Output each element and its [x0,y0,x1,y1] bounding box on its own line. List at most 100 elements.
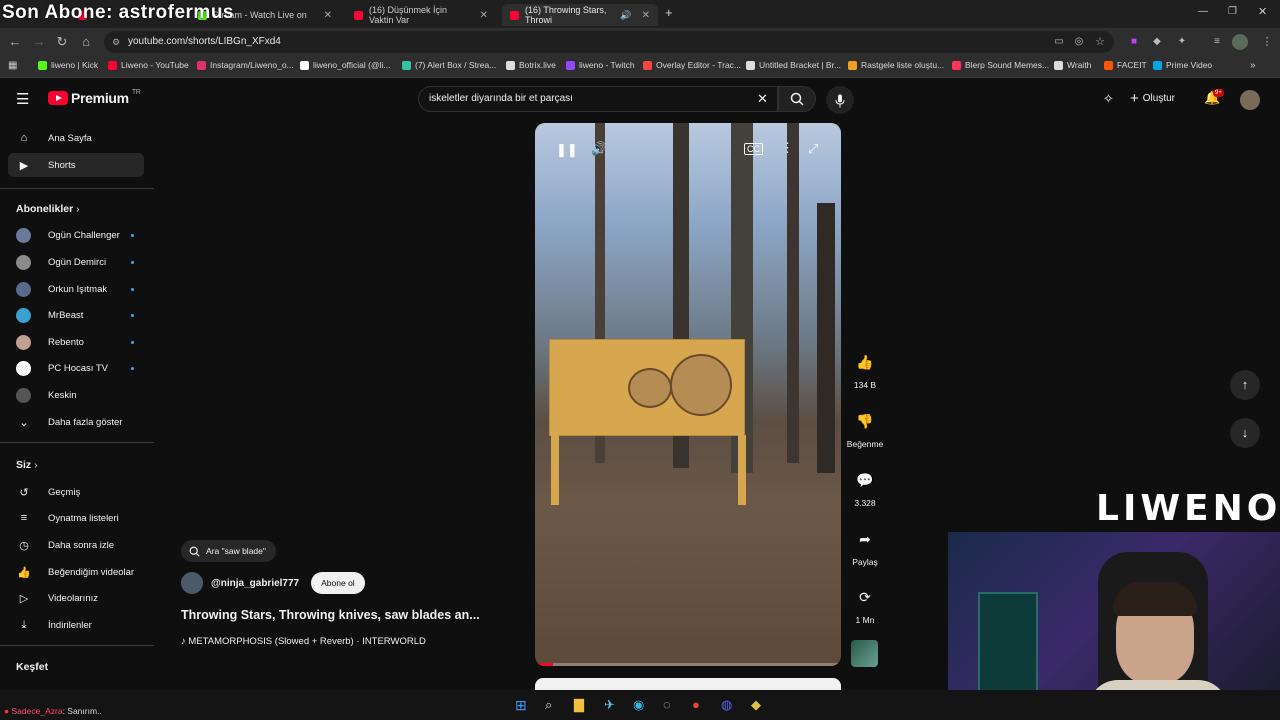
previous-short-button[interactable]: ↑ [1230,370,1260,400]
sidebar-item-home[interactable]: ⌂ Ana Sayfa [8,126,144,150]
windows-start-icon[interactable]: ⊞ [515,697,527,714]
bookmark-item[interactable]: liweno_official (@li... [300,60,390,70]
sidebar-sub-item[interactable]: Orkun Işıtmak [8,277,144,301]
create-button[interactable]: + Oluştur [1130,90,1175,107]
sidebar-sub-item[interactable]: Keskin [8,383,144,407]
next-short-button[interactable]: ↓ [1230,418,1260,448]
steam-icon[interactable]: ✈ [604,697,615,713]
sidebar-item-downloads[interactable]: ⤓ İndirilenler [8,613,144,637]
more-bookmarks-icon[interactable]: » [1250,60,1256,71]
kick-icon [38,60,47,70]
sidebar-sub-item[interactable]: MrBeast [8,303,144,327]
close-tab-icon[interactable]: ✕ [642,10,650,21]
youtube-premium-logo[interactable]: Premium TR [48,89,141,106]
sidebar-item-history[interactable]: ↺ Geçmiş [8,480,144,504]
account-avatar[interactable] [1240,90,1260,110]
taskbar-search-icon[interactable]: ⌕ [545,697,552,713]
bookmark-item[interactable]: liweno - Twitch [566,60,635,70]
minimize-icon[interactable]: — [1198,6,1208,17]
bookmark-item[interactable]: Rastgele liste oluştu... [848,60,944,70]
bookmark-item[interactable]: FACEIT [1104,60,1147,70]
sidebar-item-playlists[interactable]: ≡ Oynatma listeleri [8,506,144,530]
sidebar-item-watch-later[interactable]: ◷ Daha sonra izle [8,533,144,557]
app-icon[interactable]: ◆ [751,697,761,713]
extension-icon[interactable]: ■ [1125,33,1143,51]
pause-icon[interactable]: ❚❚ [556,142,578,158]
home-icon[interactable]: ⌂ [77,33,95,51]
search-input[interactable]: iskeletler diyarında bir et parçası ✕ [418,86,778,112]
extensions-puzzle-icon[interactable]: ✦ [1173,33,1191,51]
install-app-icon[interactable]: ▭ [1050,33,1068,51]
hamburger-menu-icon[interactable]: ☰ [16,90,29,108]
sidebar-sub-item[interactable]: Ogün Demirci [8,250,144,274]
chrome-icon[interactable]: ● [692,697,700,712]
bookmark-item[interactable]: Overlay Editor - Trac... [643,60,741,70]
sidebar-item-liked-videos[interactable]: 👍 Beğendiğim videolar [8,560,144,584]
video-progress-bar[interactable] [535,663,841,666]
edge-icon[interactable]: ◉ [633,697,644,713]
browser-menu-icon[interactable]: ⋮ [1258,33,1276,51]
clear-search-icon[interactable]: ✕ [757,87,768,111]
like-button[interactable]: 👍 134 B [846,347,884,390]
obs-icon[interactable]: ◌ [663,697,671,712]
sidebar-sub-item[interactable]: PC Hocası TV [8,356,144,380]
search-suggestion-chip[interactable]: Ara "saw blade" [181,540,276,562]
bookmark-star-icon[interactable]: ☆ [1091,33,1109,51]
apps-grid-icon[interactable]: ▦ [8,60,17,71]
tracking-protection-icon[interactable]: ◎ [1070,33,1088,51]
bookmark-item[interactable]: Untitled Bracket | Br... [746,60,841,70]
bookmark-item[interactable]: Botrix.live [506,60,556,70]
bookmark-item[interactable]: liweno | Kick [38,60,98,70]
subscriptions-heading[interactable]: Abonelikler › [16,203,80,215]
bookmark-item[interactable]: Blerp Sound Memes... [952,60,1049,70]
more-options-icon[interactable]: ⋮ [781,140,794,156]
volume-icon[interactable]: 🔊 [591,141,607,157]
short-title[interactable]: Throwing Stars, Throwing knives, saw bla… [181,608,480,622]
search-button[interactable] [778,86,816,112]
music-link[interactable]: ♪ METAMORPHOSIS (Slowed + Reverb) · INTE… [181,636,426,647]
bookmark-item[interactable]: Prime Video [1153,60,1212,70]
show-more-button[interactable]: ⌄ Daha fazla göster [8,410,144,434]
comments-button[interactable]: 💬 3.328 [846,465,884,508]
channel-avatar[interactable] [181,572,203,594]
maximize-icon[interactable]: ❐ [1228,6,1237,17]
remix-button[interactable]: ⟳ 1 Mn [846,582,884,625]
sidebar-sub-item[interactable]: Ogün Challenger [8,223,144,247]
bookmark-item[interactable]: Liweno - YouTube [108,60,189,70]
new-tab-icon[interactable]: + [665,5,673,20]
forward-icon[interactable]: → [30,33,48,51]
reload-icon[interactable]: ↻ [53,33,71,51]
close-window-icon[interactable]: ✕ [1258,5,1267,18]
channel-handle[interactable]: @ninja_gabriel777 [211,578,299,589]
sidebar-item-shorts[interactable]: ▶ Shorts [8,153,144,177]
audio-track-thumbnail[interactable] [851,640,878,667]
file-explorer-icon[interactable]: ▇ [574,697,584,713]
close-tab-icon[interactable]: ✕ [324,10,332,21]
subscribe-button[interactable]: Abone ol [311,572,365,594]
dislike-button[interactable]: 👎 Beğenme [846,406,884,449]
site-info-icon[interactable]: ⚙ [112,31,120,53]
bookmark-item[interactable]: Instagram/Liweno_o... [197,60,294,70]
share-button[interactable]: ➦ Paylaş [846,524,884,567]
tab-audio-icon[interactable]: 🔊 [620,10,631,21]
captions-icon[interactable]: CC [744,143,763,155]
reading-list-icon[interactable]: ≡ [1208,33,1226,51]
back-icon[interactable]: ← [6,33,24,51]
bookmark-item[interactable]: Wraith [1054,60,1091,70]
bookmark-item[interactable]: (7) Alert Box / Strea... [402,60,496,70]
next-short-preview[interactable] [535,678,841,690]
shorts-video-player[interactable]: ❚❚ 🔊 CC ⋮ ⤢ [535,123,841,666]
sidebar-sub-item[interactable]: Rebento [8,330,144,354]
extension-icon[interactable]: ◆ [1148,33,1166,51]
you-heading[interactable]: Siz › [16,459,38,471]
browser-tab-active[interactable]: (16) Throwing Stars, Throwi 🔊 ✕ [502,4,658,26]
cast-icon[interactable]: ✧ [1103,91,1114,107]
close-tab-icon[interactable]: ✕ [480,10,488,21]
browser-tab[interactable]: (16) Düşünmek İçin Vaktin Var ✕ [346,4,496,26]
url-input[interactable]: ⚙ youtube.com/shorts/LIBGn_XFxd4 [104,31,1114,53]
fullscreen-icon[interactable]: ⤢ [808,141,818,157]
profile-avatar[interactable] [1232,34,1248,50]
sidebar-item-your-videos[interactable]: ▷ Videolarınız [8,586,144,610]
discord-icon[interactable]: ◍ [721,697,732,713]
voice-search-button[interactable] [826,86,854,114]
